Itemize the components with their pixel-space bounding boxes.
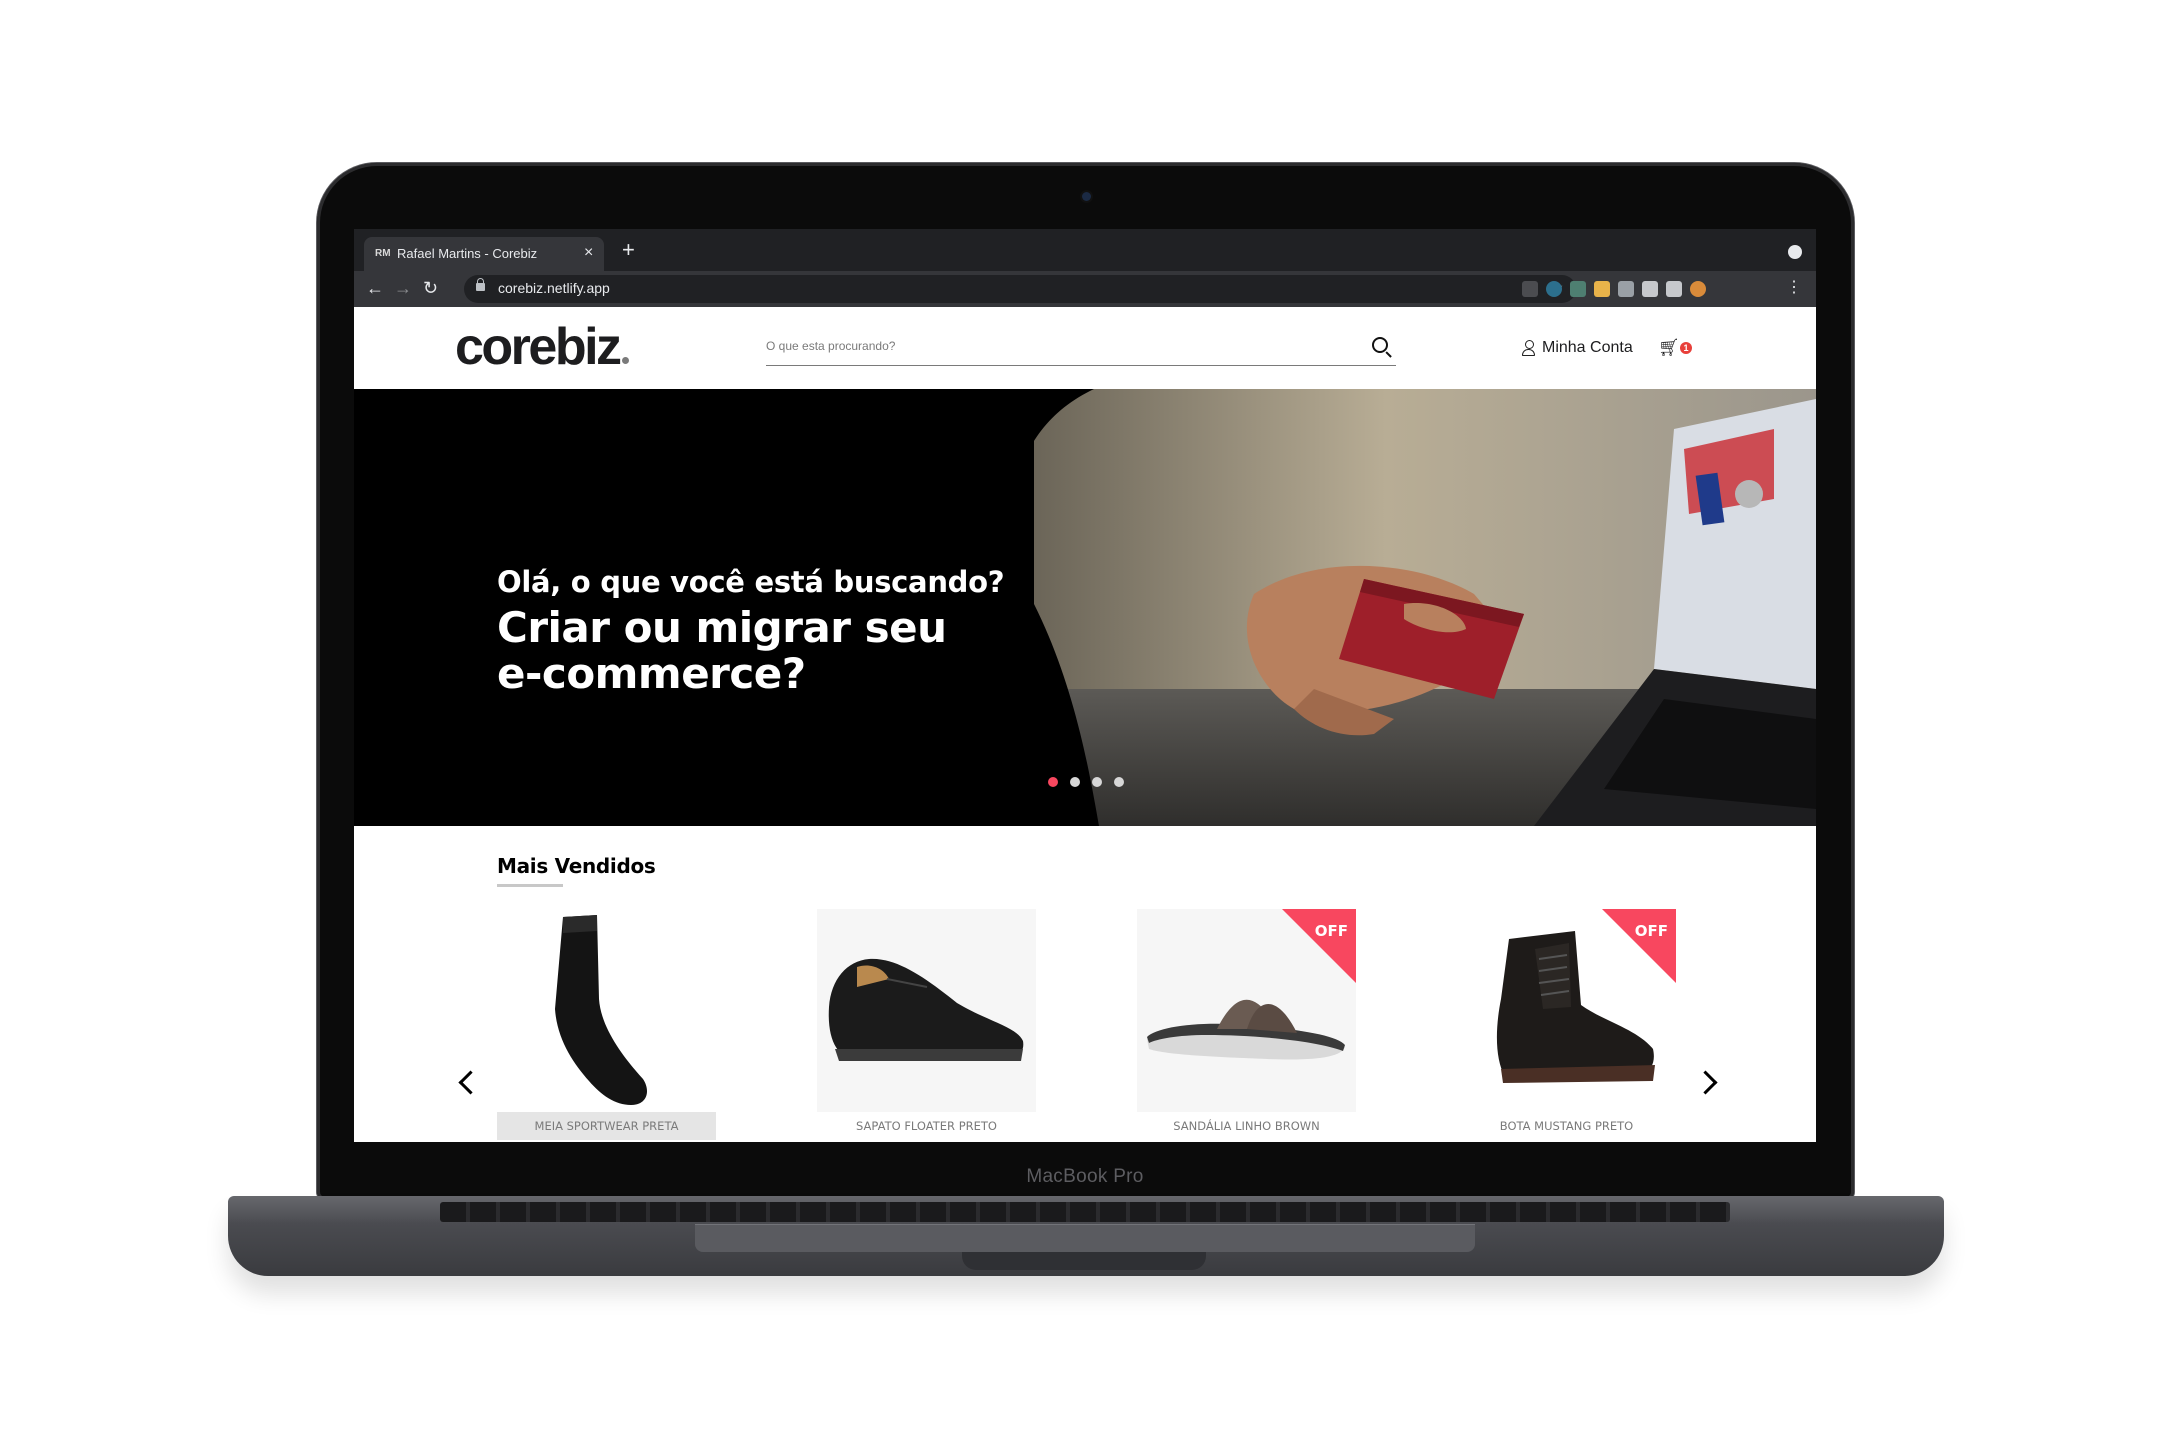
profile-avatar[interactable] [1690,281,1706,297]
off-label: OFF [1314,922,1348,940]
address-bar[interactable]: corebiz.netlify.app ☆ [464,275,1576,303]
off-label: OFF [1634,922,1668,940]
search-input[interactable] [766,339,1326,353]
product-card[interactable]: MEIA SPORTWEAR PRETA [497,909,716,1142]
carousel-dot-4[interactable] [1114,777,1124,787]
account-label: Minha Conta [1542,339,1633,356]
product-image[interactable]: OFF [1137,909,1356,1112]
hero-greeting: Olá, o que você está buscando? [497,565,1005,599]
hero-headline: Criar ou migrar seu e-commerce? [497,603,947,698]
next-arrow-icon[interactable] [1693,1070,1718,1095]
off-ribbon [1602,909,1676,983]
product-card[interactable]: SAPATO FLOATER PRETO [817,909,1036,1142]
prev-arrow-icon[interactable] [458,1070,483,1095]
search-bar [766,337,1396,366]
trackpad-edge [695,1224,1475,1252]
lock-icon[interactable] [476,278,485,291]
reading-list-icon[interactable] [1666,281,1682,297]
lid-notch [962,1252,1206,1270]
close-tab-icon[interactable]: × [584,244,593,262]
keyboard-strip [440,1202,1730,1222]
product-image[interactable] [817,909,1036,1112]
tab-favicon-icon: RM [375,248,391,259]
carousel-dot-3[interactable] [1092,777,1102,787]
laptop-screen: RM Rafael Martins - Corebiz × + ← → ↻ co… [354,229,1816,1142]
hero-banner: Olá, o que você está buscando? Criar ou … [354,389,1816,826]
extension-icon[interactable] [1594,281,1610,297]
cart-count-badge: 1 [1680,342,1692,354]
forward-icon[interactable]: → [394,278,412,298]
product-image[interactable] [497,909,716,1112]
menu-kebab-icon[interactable]: ⋮ [1786,278,1802,298]
url-text[interactable]: corebiz.netlify.app [498,280,610,296]
product-name[interactable]: BOTA MUSTANG PRETO [1457,1112,1676,1140]
puzzle-extensions-icon[interactable] [1642,281,1658,297]
cart-button[interactable]: 🛒︎ 1 [1658,339,1696,357]
chrome-profile-icon[interactable] [1788,245,1802,259]
off-ribbon [1282,909,1356,983]
search-icon[interactable] [1372,337,1388,353]
site-logo[interactable]: corebiz [455,317,629,377]
product-name[interactable]: SANDÁLIA LINHO BROWN [1137,1112,1356,1140]
react-devtools-icon[interactable] [1546,281,1562,297]
carousel-dot-2[interactable] [1070,777,1080,787]
product-card[interactable]: OFF SANDÁLIA LINHO BROWN [1137,909,1356,1142]
section-title: Mais Vendidos [497,854,656,878]
site-header: corebiz Minha Conta 🛒︎ 1 [354,307,1816,389]
section-underline [497,884,563,887]
cart-icon: 🛒︎ [1658,338,1680,357]
webcam [1082,192,1091,201]
user-icon [1522,340,1536,356]
product-image[interactable]: OFF [1457,909,1676,1112]
extension-icon[interactable] [1522,281,1538,297]
product-name[interactable]: MEIA SPORTWEAR PRETA [497,1112,716,1140]
model-label: MacBook Pro [1026,1166,1144,1187]
camera-extension-icon[interactable] [1618,281,1634,297]
product-name[interactable]: SAPATO FLOATER PRETO [817,1112,1036,1140]
browser-tab[interactable]: RM Rafael Martins - Corebiz × [364,237,604,271]
new-tab-icon[interactable]: + [622,239,635,261]
carousel-dot-1[interactable] [1048,777,1058,787]
reload-icon[interactable]: ↻ [423,278,438,298]
tab-title: Rafael Martins - Corebiz [397,246,538,261]
browser-tabbar: RM Rafael Martins - Corebiz × + [354,229,1816,271]
back-icon[interactable]: ← [366,278,384,298]
extension-icon[interactable] [1570,281,1586,297]
product-card[interactable]: OFF BOTA MUSTANG PRETO [1457,909,1676,1142]
browser-toolbar: ← → ↻ corebiz.netlify.app ☆ ⋮ [354,271,1816,307]
account-link[interactable]: Minha Conta [1522,337,1633,359]
carousel-dots [1048,777,1124,787]
